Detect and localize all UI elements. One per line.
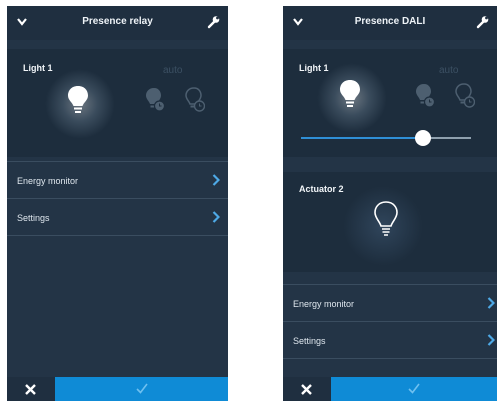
light-label: Light 1 [23,63,53,73]
dim-slider-fill [301,137,424,139]
close-icon [301,384,312,395]
screen-presence-relay: Presence relay Light 1 auto Energy monit… [7,6,228,401]
light-panel: Light 1 auto [7,49,228,157]
menu-item-settings[interactable]: Settings [283,321,497,359]
menu-item-settings[interactable]: Settings [7,198,228,236]
cancel-button[interactable] [7,377,55,401]
light-bulb-clock-icon[interactable] [415,83,435,109]
menu-item-energy-monitor[interactable]: Energy monitor [7,161,228,198]
chevron-right-icon [487,334,495,346]
confirm-button[interactable] [331,377,497,401]
light-bulb-clock-icon[interactable] [455,83,475,109]
menu-item-label: Settings [17,213,50,223]
footer-bar [7,377,228,401]
light-bulb-clock-icon[interactable] [145,87,165,113]
actuator-label: Actuator 2 [299,184,344,194]
menu-item-label: Settings [293,336,326,346]
light-bulb-icon[interactable] [67,85,89,115]
actuator-panel: Actuator 2 [283,172,497,272]
auto-label[interactable]: auto [439,65,458,76]
confirm-button[interactable] [55,377,228,401]
footer-bar [283,377,497,401]
dim-slider-knob[interactable] [415,130,432,146]
cancel-button[interactable] [283,377,331,401]
check-icon [135,383,148,394]
light-bulb-outline-icon[interactable] [373,200,399,240]
menu-item-energy-monitor[interactable]: Energy monitor [283,284,497,321]
light-panel: Light 1 auto [283,49,497,157]
chevron-right-icon [212,211,220,223]
header: Presence relay [7,6,228,40]
close-icon [25,384,36,395]
screen-presence-dali: Presence DALI Light 1 auto Actuator 2 En… [283,6,497,401]
page-title: Presence relay [82,16,153,27]
wrench-icon[interactable] [206,15,220,29]
light-label: Light 1 [299,63,329,73]
light-bulb-icon[interactable] [339,79,361,109]
menu-item-label: Energy monitor [293,299,355,309]
page-title: Presence DALI [354,16,426,27]
wrench-icon[interactable] [475,15,489,29]
header: Presence DALI [283,6,497,40]
check-icon [408,383,420,394]
auto-label[interactable]: auto [163,65,182,76]
menu-item-label: Energy monitor [17,176,79,186]
chevron-right-icon [487,297,495,309]
light-bulb-clock-icon[interactable] [185,87,205,113]
chevron-right-icon [212,174,220,186]
dim-slider[interactable] [301,130,471,146]
